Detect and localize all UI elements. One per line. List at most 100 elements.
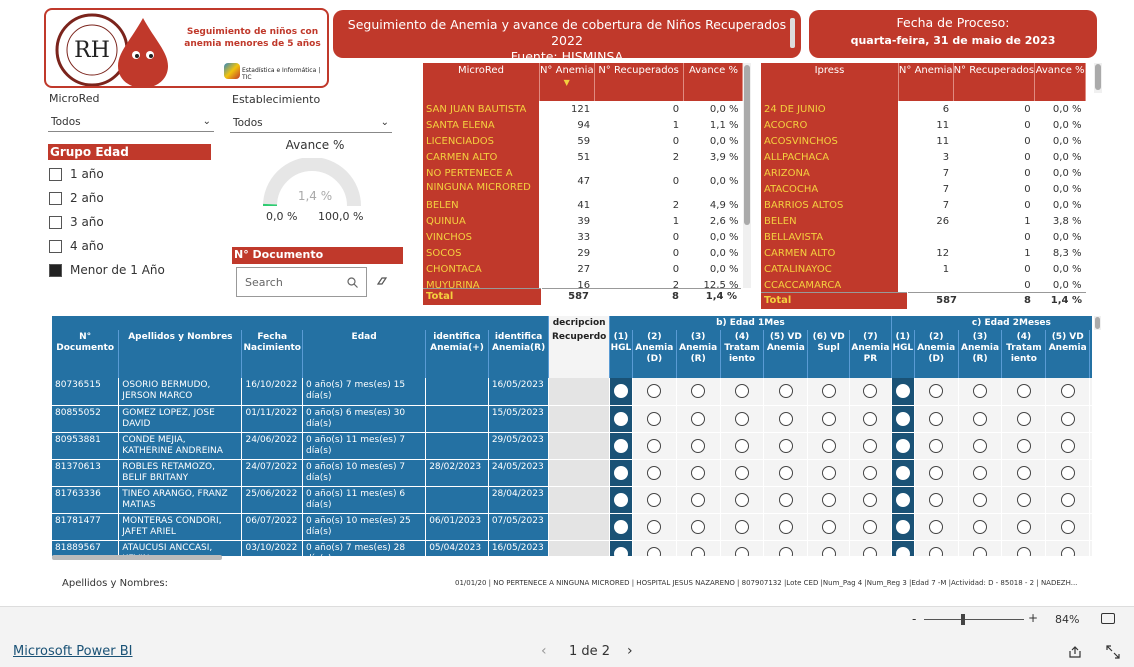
radio-filled-icon[interactable] — [895, 411, 910, 426]
table-row[interactable]: BELEN 41 2 4,9 % — [423, 197, 743, 213]
radio-filled-icon[interactable] — [895, 492, 910, 507]
share-icon[interactable] — [1068, 645, 1082, 659]
table-row[interactable]: LICENCIADOS 59 0 0,0 % — [423, 133, 743, 149]
checkbox[interactable] — [49, 167, 62, 181]
table-row[interactable]: 24 DE JUNIO 6 0 0,0 % — [761, 101, 1086, 117]
table-row[interactable]: CARMEN ALTO 12 1 8,3 % — [761, 245, 1086, 261]
table-row[interactable]: CARMEN ALTO 51 2 3,9 % — [423, 149, 743, 165]
col-header[interactable]: MicroRed — [423, 63, 540, 101]
grupo-edad-option[interactable]: 4 año — [49, 234, 219, 258]
radio-empty-icon[interactable] — [929, 438, 944, 453]
radio-empty-icon[interactable] — [929, 492, 944, 507]
radio-empty-icon[interactable] — [1060, 411, 1075, 426]
radio-empty-icon[interactable] — [929, 411, 944, 426]
radio-empty-icon[interactable] — [735, 492, 749, 507]
radio-empty-icon[interactable] — [691, 438, 706, 453]
zoom-in-button[interactable]: + — [1028, 611, 1038, 625]
radio-empty-icon[interactable] — [735, 438, 749, 453]
table-row[interactable]: NO PERTENECE A NINGUNA MICRORED 47 0 0,0 % — [423, 165, 743, 197]
title-scrollbar[interactable] — [790, 18, 795, 48]
fit-to-page-icon[interactable] — [1101, 613, 1115, 624]
table-row[interactable]: VINCHOS 33 0 0,0 % — [423, 229, 743, 245]
radio-filled-icon[interactable] — [613, 384, 628, 399]
radio-empty-icon[interactable] — [691, 384, 706, 399]
col-header[interactable]: (5) VD Anemia — [763, 330, 809, 378]
col-header[interactable]: Avance % — [1034, 63, 1086, 101]
col-header[interactable]: (1) HGL — [891, 330, 915, 378]
table-row[interactable]: ACOSVINCHOS 11 0 0,0 % — [761, 133, 1086, 149]
radio-empty-icon[interactable] — [691, 465, 706, 480]
col-header[interactable]: (3) Anemia (R) — [676, 330, 721, 378]
col-header[interactable]: (2) Anemia (D) — [632, 330, 677, 378]
radio-empty-icon[interactable] — [821, 384, 836, 399]
col-header[interactable]: Avance % — [683, 63, 744, 101]
radio-empty-icon[interactable] — [973, 492, 988, 507]
estab-dropdown[interactable]: Todos ⌄ — [230, 113, 392, 133]
col-header[interactable]: (2) Anemia (D) — [914, 330, 959, 378]
radio-empty-icon[interactable] — [778, 492, 793, 507]
radio-empty-icon[interactable] — [863, 465, 878, 480]
col-header[interactable]: identifica Anemia(+) — [425, 330, 489, 378]
radio-empty-icon[interactable] — [1060, 384, 1075, 399]
radio-empty-icon[interactable] — [1060, 438, 1075, 453]
radio-empty-icon[interactable] — [821, 492, 836, 507]
radio-empty-icon[interactable] — [735, 384, 749, 399]
radio-empty-icon[interactable] — [1060, 465, 1075, 480]
radio-empty-icon[interactable] — [735, 519, 749, 534]
zoom-out-button[interactable]: - — [912, 612, 916, 626]
radio-empty-icon[interactable] — [973, 411, 988, 426]
table-row[interactable]: ARIZONA 7 0 0,0 % — [761, 165, 1086, 181]
checkbox-checked[interactable] — [49, 263, 62, 277]
radio-empty-icon[interactable] — [973, 384, 988, 399]
radio-empty-icon[interactable] — [821, 465, 836, 480]
radio-empty-icon[interactable] — [1016, 411, 1031, 426]
radio-empty-icon[interactable] — [691, 411, 706, 426]
radio-filled-icon[interactable] — [613, 465, 628, 480]
radio-empty-icon[interactable] — [863, 492, 878, 507]
radio-empty-icon[interactable] — [1060, 492, 1075, 507]
radio-filled-icon[interactable] — [895, 546, 910, 556]
radio-empty-icon[interactable] — [821, 519, 836, 534]
radio-filled-icon[interactable] — [895, 438, 910, 453]
radio-empty-icon[interactable] — [647, 519, 662, 534]
search-icon[interactable] — [347, 276, 358, 288]
fullscreen-icon[interactable] — [1106, 645, 1120, 659]
table-row[interactable]: SANTA ELENA 94 1 1,1 % — [423, 117, 743, 133]
radio-empty-icon[interactable] — [778, 438, 793, 453]
table-row[interactable]: BELLAVISTA 0 0,0 % — [761, 229, 1086, 245]
eraser-icon[interactable] — [376, 276, 388, 286]
radio-empty-icon[interactable] — [647, 492, 662, 507]
radio-empty-icon[interactable] — [973, 438, 988, 453]
prev-page-icon[interactable]: ‹ — [541, 643, 547, 659]
radio-empty-icon[interactable] — [691, 546, 706, 556]
table-row[interactable]: SOCOS 29 0 0,0 % — [423, 245, 743, 261]
microred-dropdown[interactable]: Todos ⌄ — [48, 112, 214, 132]
radio-empty-icon[interactable] — [821, 411, 836, 426]
checkbox[interactable] — [49, 239, 62, 253]
col-header[interactable]: (3) Anemia (R) — [958, 330, 1003, 378]
doc-search-input[interactable]: Search — [236, 267, 367, 297]
col-header[interactable]: Fecha Nacimiento — [241, 330, 304, 378]
radio-empty-icon[interactable] — [735, 546, 749, 556]
radio-filled-icon[interactable] — [895, 519, 910, 534]
table-row[interactable]: 80736515 OSORIO BERMUDO, JERSON MARCO 16/1… — [52, 378, 1092, 406]
radio-empty-icon[interactable] — [1016, 492, 1031, 507]
radio-empty-icon[interactable] — [1016, 465, 1031, 480]
radio-filled-icon[interactable] — [895, 384, 910, 399]
zoom-slider-thumb[interactable] — [961, 614, 965, 625]
grupo-edad-option[interactable]: 1 año — [49, 162, 219, 186]
table-row[interactable]: QUINUA 39 1 2,6 % — [423, 213, 743, 229]
col-header[interactable]: (6) VD Supl — [1089, 330, 1092, 378]
radio-filled-icon[interactable] — [613, 438, 628, 453]
col-header[interactable]: Ipress — [761, 63, 899, 101]
col-header[interactable]: (4) Tratam iento — [720, 330, 765, 378]
table-row[interactable]: CATALINAYOC 1 0 0,0 % — [761, 261, 1086, 277]
table-row[interactable]: ALLPACHACA 3 0 0,0 % — [761, 149, 1086, 165]
radio-empty-icon[interactable] — [821, 438, 836, 453]
radio-empty-icon[interactable] — [973, 465, 988, 480]
zoom-slider[interactable] — [924, 619, 1024, 620]
col-header[interactable]: Edad — [302, 330, 427, 378]
table-row[interactable]: 80953881 CONDE MEJIA, KATHERINE ANDREINA 2… — [52, 432, 1092, 460]
radio-empty-icon[interactable] — [929, 384, 944, 399]
col-header[interactable]: (4) Tratam iento — [1001, 330, 1047, 378]
